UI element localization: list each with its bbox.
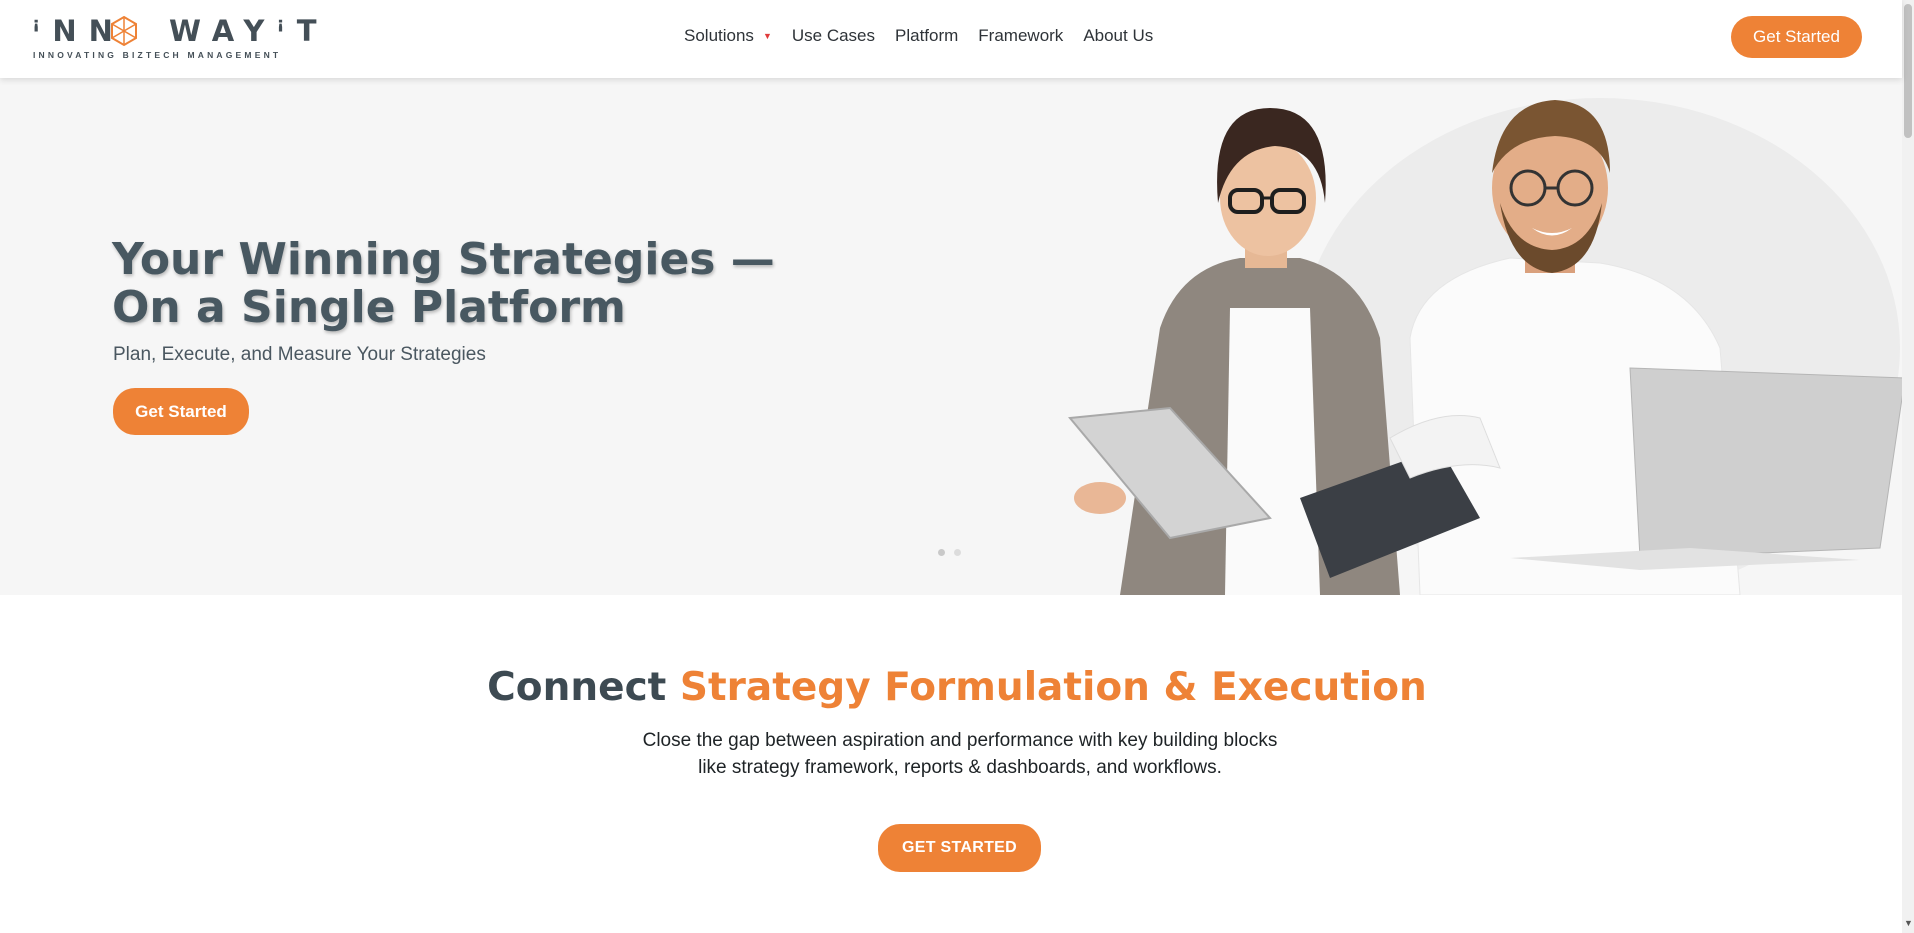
nav-label: Solutions xyxy=(684,26,754,45)
logo-hexagon-icon xyxy=(111,15,137,47)
nav-label: Framework xyxy=(978,26,1064,45)
slider-dot[interactable] xyxy=(954,549,961,556)
nav-label: Use Cases xyxy=(791,26,875,45)
section-get-started-button[interactable]: GET STARTED xyxy=(878,824,1041,872)
header-get-started-button[interactable]: Get Started xyxy=(1731,16,1862,58)
slider-dots xyxy=(938,549,961,556)
nav-label: Platform xyxy=(895,26,959,45)
dropdown-caret-icon: ▼ xyxy=(762,31,772,41)
hero-subtitle: Plan, Execute, and Measure Your Strategi… xyxy=(113,344,486,365)
hero-get-started-button[interactable]: Get Started xyxy=(113,388,249,435)
scrollbar-thumb[interactable] xyxy=(1904,4,1912,138)
nav-item-use-cases[interactable]: Use Cases xyxy=(792,26,875,46)
scroll-down-arrow-icon[interactable]: ▼ xyxy=(1904,918,1913,928)
nav-item-about-us[interactable]: About Us xyxy=(1083,26,1153,46)
hero-title: Your Winning Strategies — On a Single Pl… xyxy=(112,234,775,333)
hero-banner: Your Winning Strategies — On a Single Pl… xyxy=(0,78,1902,595)
section-description-line: Close the gap between aspiration and per… xyxy=(642,730,1278,751)
section-title-lead: Connect xyxy=(487,665,680,710)
nav-item-platform[interactable]: Platform xyxy=(895,26,958,46)
section-title: Connect Strategy Formulation & Execution xyxy=(0,665,1914,710)
section-description: Close the gap between aspiration and per… xyxy=(560,727,1360,781)
logo-wordmark: ꜞNN WAYꜞT xyxy=(32,14,329,48)
section-title-accent: Strategy Formulation & Execution xyxy=(679,665,1427,710)
main-nav: Solutions ▼ Use Cases Platform Framework… xyxy=(684,26,1153,46)
page-scrollbar[interactable]: ▼ xyxy=(1902,0,1914,933)
nav-item-framework[interactable]: Framework xyxy=(978,26,1063,46)
nav-label: About Us xyxy=(1083,26,1154,45)
site-header: ꜞNN WAYꜞT INNOVATING BIZTECH MANAGEMENT … xyxy=(0,0,1902,78)
nav-item-solutions[interactable]: Solutions ▼ xyxy=(684,26,772,46)
brand-logo[interactable]: ꜞNN WAYꜞT INNOVATING BIZTECH MANAGEMENT xyxy=(32,14,317,60)
slider-dot[interactable] xyxy=(938,549,945,556)
logo-tagline: INNOVATING BIZTECH MANAGEMENT xyxy=(33,50,282,60)
section-description-line: like strategy framework, reports & dashb… xyxy=(698,757,1222,778)
hero-people-image xyxy=(1068,98,1902,595)
